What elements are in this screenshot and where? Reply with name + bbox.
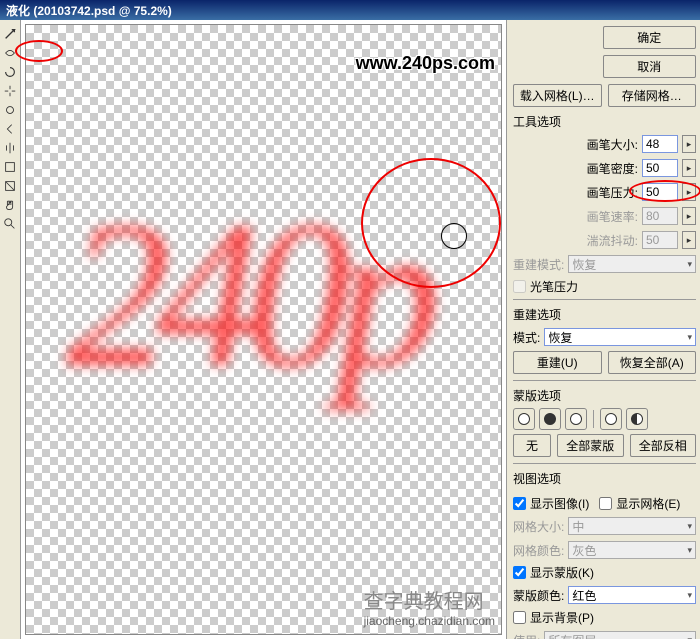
mode-dropdown[interactable]: 恢复 xyxy=(544,328,696,346)
turb-jitter-label: 湍流抖动: xyxy=(587,232,638,249)
brush-size-label: 画笔大小: xyxy=(587,136,638,153)
brush-density-label: 画笔密度: xyxy=(587,160,638,177)
push-left-tool[interactable] xyxy=(2,121,18,137)
window-title: 液化 (20103742.psd @ 75.2%) xyxy=(6,2,172,19)
brush-rate-input xyxy=(642,207,678,225)
annotation-canvas-highlight xyxy=(361,158,501,288)
show-image-checkbox[interactable] xyxy=(513,497,526,510)
rebuild-mode-dropdown: 恢复 xyxy=(568,255,696,273)
mirror-tool[interactable] xyxy=(2,140,18,156)
ok-button[interactable]: 确定 xyxy=(603,26,697,49)
show-image-label: 显示图像(I) xyxy=(530,495,589,512)
zoom-tool[interactable] xyxy=(2,216,18,232)
mask-replace-icon[interactable] xyxy=(513,408,535,430)
brush-density-slider[interactable] xyxy=(682,159,696,177)
restore-all-button[interactable]: 恢复全部(A) xyxy=(608,351,697,374)
twirl-tool[interactable] xyxy=(2,64,18,80)
pucker-tool[interactable] xyxy=(2,83,18,99)
mask-none-button[interactable]: 无 xyxy=(513,434,551,457)
brush-size-slider[interactable] xyxy=(682,135,696,153)
canvas-area: 240p www.240ps.com 查字典教程网 jiaocheng.chaz… xyxy=(21,20,506,639)
turb-jitter-slider xyxy=(682,231,696,249)
annotation-pressure-highlight xyxy=(629,180,700,202)
show-mask-label: 显示蒙版(K) xyxy=(530,564,594,581)
invert-all-button[interactable]: 全部反相 xyxy=(630,434,697,457)
main-area: 240p www.240ps.com 查字典教程网 jiaocheng.chaz… xyxy=(0,20,700,639)
watermark: www.240ps.com xyxy=(356,53,495,74)
brush-rate-slider xyxy=(682,207,696,225)
tool-options-heading: 工具选项 xyxy=(513,113,696,130)
watermark-bottom: 查字典教程网 jiaocheng.chazidian.com xyxy=(364,585,495,628)
annotation-tool-highlight xyxy=(15,40,63,62)
stylus-pressure-label: 光笔压力 xyxy=(530,278,578,295)
mask-intersect-icon[interactable] xyxy=(600,408,622,430)
mesh-color-label: 网格颜色: xyxy=(513,542,564,559)
mesh-size-label: 网格大小: xyxy=(513,518,564,535)
mesh-size-dropdown: 中 xyxy=(568,517,696,535)
mask-subtract-icon[interactable] xyxy=(565,408,587,430)
thaw-mask-tool[interactable] xyxy=(2,178,18,194)
view-options-heading: 视图选项 xyxy=(513,470,696,487)
show-bg-label: 显示背景(P) xyxy=(530,609,594,626)
toolbox xyxy=(0,20,21,639)
show-mesh-checkbox[interactable] xyxy=(599,497,612,510)
mask-invert-icon[interactable] xyxy=(626,408,648,430)
rebuild-mode-label: 重建模式: xyxy=(513,256,564,273)
hand-tool[interactable] xyxy=(2,197,18,213)
save-mesh-button[interactable]: 存储网格… xyxy=(608,84,697,107)
rebuild-button[interactable]: 重建(U) xyxy=(513,351,602,374)
mask-color-dropdown[interactable]: 红色 xyxy=(568,586,696,604)
mesh-color-dropdown: 灰色 xyxy=(568,541,696,559)
brush-rate-label: 画笔速率: xyxy=(587,208,638,225)
mask-all-button[interactable]: 全部蒙版 xyxy=(557,434,624,457)
show-mesh-label: 显示网格(E) xyxy=(616,495,680,512)
watermark-cn: 查字典教程网 xyxy=(364,591,484,613)
show-bg-checkbox[interactable] xyxy=(513,611,526,624)
mask-add-icon[interactable] xyxy=(539,408,561,430)
brush-size-input[interactable] xyxy=(642,135,678,153)
forward-warp-tool[interactable] xyxy=(2,26,18,42)
turb-jitter-input xyxy=(642,231,678,249)
canvas[interactable]: 240p www.240ps.com 查字典教程网 jiaocheng.chaz… xyxy=(25,24,502,635)
use-label: 使用: xyxy=(513,632,540,639)
mask-options-heading: 蒙版选项 xyxy=(513,387,696,404)
freeze-mask-tool[interactable] xyxy=(2,159,18,175)
stylus-pressure-checkbox xyxy=(513,280,526,293)
mask-color-label: 蒙版颜色: xyxy=(513,587,564,604)
load-mesh-button[interactable]: 载入网格(L)… xyxy=(513,84,602,107)
rebuild-options-heading: 重建选项 xyxy=(513,306,696,323)
use-dropdown: 所有图层 xyxy=(544,631,696,639)
mode-label: 模式: xyxy=(513,329,540,346)
show-mask-checkbox[interactable] xyxy=(513,566,526,579)
watermark-py: jiaocheng.chazidian.com xyxy=(364,614,495,628)
bloat-tool[interactable] xyxy=(2,102,18,118)
options-panel: 确定 取消 载入网格(L)… 存储网格… 工具选项 画笔大小: 画笔密度: 画笔… xyxy=(506,20,700,639)
cancel-button[interactable]: 取消 xyxy=(603,55,697,78)
title-bar: 液化 (20103742.psd @ 75.2%) xyxy=(0,0,700,20)
brush-density-input[interactable] xyxy=(642,159,678,177)
